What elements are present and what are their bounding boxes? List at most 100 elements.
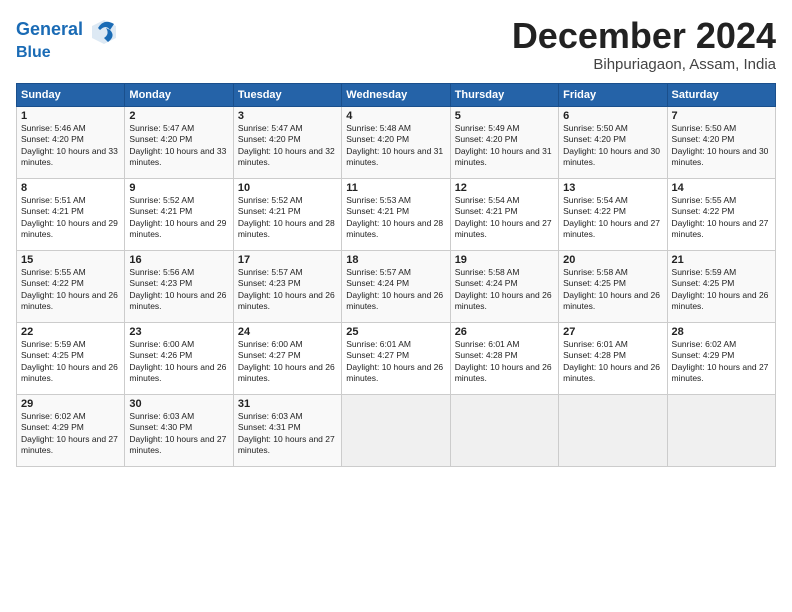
day-number: 2 — [129, 110, 228, 122]
calendar-cell: 3Sunrise: 5:47 AMSunset: 4:20 PMDaylight… — [233, 106, 341, 178]
calendar-cell: 11Sunrise: 5:53 AMSunset: 4:21 PMDayligh… — [342, 178, 450, 250]
calendar-cell: 8Sunrise: 5:51 AMSunset: 4:21 PMDaylight… — [17, 178, 125, 250]
day-number: 25 — [346, 326, 445, 338]
calendar-week-4: 22Sunrise: 5:59 AMSunset: 4:25 PMDayligh… — [17, 322, 776, 394]
calendar-cell: 16Sunrise: 5:56 AMSunset: 4:23 PMDayligh… — [125, 250, 233, 322]
day-info: Sunrise: 5:57 AMSunset: 4:24 PMDaylight:… — [346, 267, 443, 311]
day-info: Sunrise: 5:50 AMSunset: 4:20 PMDaylight:… — [563, 123, 660, 167]
calendar-cell: 28Sunrise: 6:02 AMSunset: 4:29 PMDayligh… — [667, 322, 775, 394]
calendar-cell: 19Sunrise: 5:58 AMSunset: 4:24 PMDayligh… — [450, 250, 558, 322]
calendar-cell: 18Sunrise: 5:57 AMSunset: 4:24 PMDayligh… — [342, 250, 450, 322]
day-info: Sunrise: 5:52 AMSunset: 4:21 PMDaylight:… — [129, 195, 226, 239]
day-info: Sunrise: 5:49 AMSunset: 4:20 PMDaylight:… — [455, 123, 552, 167]
day-number: 17 — [238, 254, 337, 266]
day-info: Sunrise: 5:55 AMSunset: 4:22 PMDaylight:… — [672, 195, 769, 239]
calendar-cell: 23Sunrise: 6:00 AMSunset: 4:26 PMDayligh… — [125, 322, 233, 394]
calendar-cell: 6Sunrise: 5:50 AMSunset: 4:20 PMDaylight… — [559, 106, 667, 178]
logo-blue: Blue — [16, 44, 118, 62]
day-info: Sunrise: 5:54 AMSunset: 4:21 PMDaylight:… — [455, 195, 552, 239]
day-info: Sunrise: 5:55 AMSunset: 4:22 PMDaylight:… — [21, 267, 118, 311]
calendar-cell: 26Sunrise: 6:01 AMSunset: 4:28 PMDayligh… — [450, 322, 558, 394]
calendar-cell: 5Sunrise: 5:49 AMSunset: 4:20 PMDaylight… — [450, 106, 558, 178]
calendar-cell: 20Sunrise: 5:58 AMSunset: 4:25 PMDayligh… — [559, 250, 667, 322]
calendar-cell: 24Sunrise: 6:00 AMSunset: 4:27 PMDayligh… — [233, 322, 341, 394]
day-info: Sunrise: 5:47 AMSunset: 4:20 PMDaylight:… — [129, 123, 226, 167]
day-number: 3 — [238, 110, 337, 122]
day-info: Sunrise: 6:01 AMSunset: 4:28 PMDaylight:… — [563, 339, 660, 383]
day-number: 15 — [21, 254, 120, 266]
day-info: Sunrise: 5:52 AMSunset: 4:21 PMDaylight:… — [238, 195, 335, 239]
calendar-cell: 25Sunrise: 6:01 AMSunset: 4:27 PMDayligh… — [342, 322, 450, 394]
location-title: Bihpuriagaon, Assam, India — [512, 56, 776, 73]
day-info: Sunrise: 5:47 AMSunset: 4:20 PMDaylight:… — [238, 123, 335, 167]
day-info: Sunrise: 6:03 AMSunset: 4:30 PMDaylight:… — [129, 411, 226, 455]
col-header-wednesday: Wednesday — [342, 83, 450, 106]
day-number: 5 — [455, 110, 554, 122]
day-number: 21 — [672, 254, 771, 266]
logo-text: General — [16, 16, 118, 44]
calendar-cell: 17Sunrise: 5:57 AMSunset: 4:23 PMDayligh… — [233, 250, 341, 322]
col-header-thursday: Thursday — [450, 83, 558, 106]
month-title: December 2024 — [512, 16, 776, 56]
calendar-cell — [667, 394, 775, 466]
day-info: Sunrise: 5:56 AMSunset: 4:23 PMDaylight:… — [129, 267, 226, 311]
day-number: 7 — [672, 110, 771, 122]
col-header-friday: Friday — [559, 83, 667, 106]
day-number: 6 — [563, 110, 662, 122]
day-number: 29 — [21, 398, 120, 410]
day-info: Sunrise: 5:54 AMSunset: 4:22 PMDaylight:… — [563, 195, 660, 239]
day-info: Sunrise: 5:50 AMSunset: 4:20 PMDaylight:… — [672, 123, 769, 167]
day-number: 19 — [455, 254, 554, 266]
calendar-week-2: 8Sunrise: 5:51 AMSunset: 4:21 PMDaylight… — [17, 178, 776, 250]
calendar-cell: 31Sunrise: 6:03 AMSunset: 4:31 PMDayligh… — [233, 394, 341, 466]
day-number: 16 — [129, 254, 228, 266]
day-info: Sunrise: 5:46 AMSunset: 4:20 PMDaylight:… — [21, 123, 118, 167]
day-number: 18 — [346, 254, 445, 266]
day-number: 1 — [21, 110, 120, 122]
day-number: 13 — [563, 182, 662, 194]
logo-general: General — [16, 19, 83, 39]
title-block: December 2024 Bihpuriagaon, Assam, India — [512, 16, 776, 73]
col-header-tuesday: Tuesday — [233, 83, 341, 106]
calendar-cell: 27Sunrise: 6:01 AMSunset: 4:28 PMDayligh… — [559, 322, 667, 394]
day-number: 14 — [672, 182, 771, 194]
calendar-cell: 4Sunrise: 5:48 AMSunset: 4:20 PMDaylight… — [342, 106, 450, 178]
calendar-cell: 15Sunrise: 5:55 AMSunset: 4:22 PMDayligh… — [17, 250, 125, 322]
col-header-sunday: Sunday — [17, 83, 125, 106]
day-info: Sunrise: 6:02 AMSunset: 4:29 PMDaylight:… — [672, 339, 769, 383]
day-number: 30 — [129, 398, 228, 410]
day-number: 4 — [346, 110, 445, 122]
calendar-cell — [559, 394, 667, 466]
day-number: 24 — [238, 326, 337, 338]
day-info: Sunrise: 6:00 AMSunset: 4:26 PMDaylight:… — [129, 339, 226, 383]
day-info: Sunrise: 5:59 AMSunset: 4:25 PMDaylight:… — [21, 339, 118, 383]
page-container: General Blue December 2024 Bihpuriagaon,… — [0, 0, 792, 475]
day-info: Sunrise: 5:58 AMSunset: 4:25 PMDaylight:… — [563, 267, 660, 311]
calendar-cell: 29Sunrise: 6:02 AMSunset: 4:29 PMDayligh… — [17, 394, 125, 466]
day-info: Sunrise: 5:53 AMSunset: 4:21 PMDaylight:… — [346, 195, 443, 239]
day-number: 9 — [129, 182, 228, 194]
logo: General Blue — [16, 16, 118, 62]
day-number: 8 — [21, 182, 120, 194]
calendar-cell: 21Sunrise: 5:59 AMSunset: 4:25 PMDayligh… — [667, 250, 775, 322]
calendar-week-3: 15Sunrise: 5:55 AMSunset: 4:22 PMDayligh… — [17, 250, 776, 322]
day-number: 11 — [346, 182, 445, 194]
day-info: Sunrise: 5:57 AMSunset: 4:23 PMDaylight:… — [238, 267, 335, 311]
day-number: 28 — [672, 326, 771, 338]
col-header-monday: Monday — [125, 83, 233, 106]
header: General Blue December 2024 Bihpuriagaon,… — [16, 16, 776, 73]
calendar-cell: 1Sunrise: 5:46 AMSunset: 4:20 PMDaylight… — [17, 106, 125, 178]
day-number: 22 — [21, 326, 120, 338]
calendar-week-5: 29Sunrise: 6:02 AMSunset: 4:29 PMDayligh… — [17, 394, 776, 466]
day-info: Sunrise: 6:01 AMSunset: 4:28 PMDaylight:… — [455, 339, 552, 383]
calendar-cell: 13Sunrise: 5:54 AMSunset: 4:22 PMDayligh… — [559, 178, 667, 250]
day-number: 27 — [563, 326, 662, 338]
calendar-cell — [342, 394, 450, 466]
calendar-week-1: 1Sunrise: 5:46 AMSunset: 4:20 PMDaylight… — [17, 106, 776, 178]
calendar-cell: 2Sunrise: 5:47 AMSunset: 4:20 PMDaylight… — [125, 106, 233, 178]
day-info: Sunrise: 6:01 AMSunset: 4:27 PMDaylight:… — [346, 339, 443, 383]
calendar-cell: 22Sunrise: 5:59 AMSunset: 4:25 PMDayligh… — [17, 322, 125, 394]
day-number: 10 — [238, 182, 337, 194]
calendar-cell: 12Sunrise: 5:54 AMSunset: 4:21 PMDayligh… — [450, 178, 558, 250]
logo-icon — [90, 16, 118, 44]
